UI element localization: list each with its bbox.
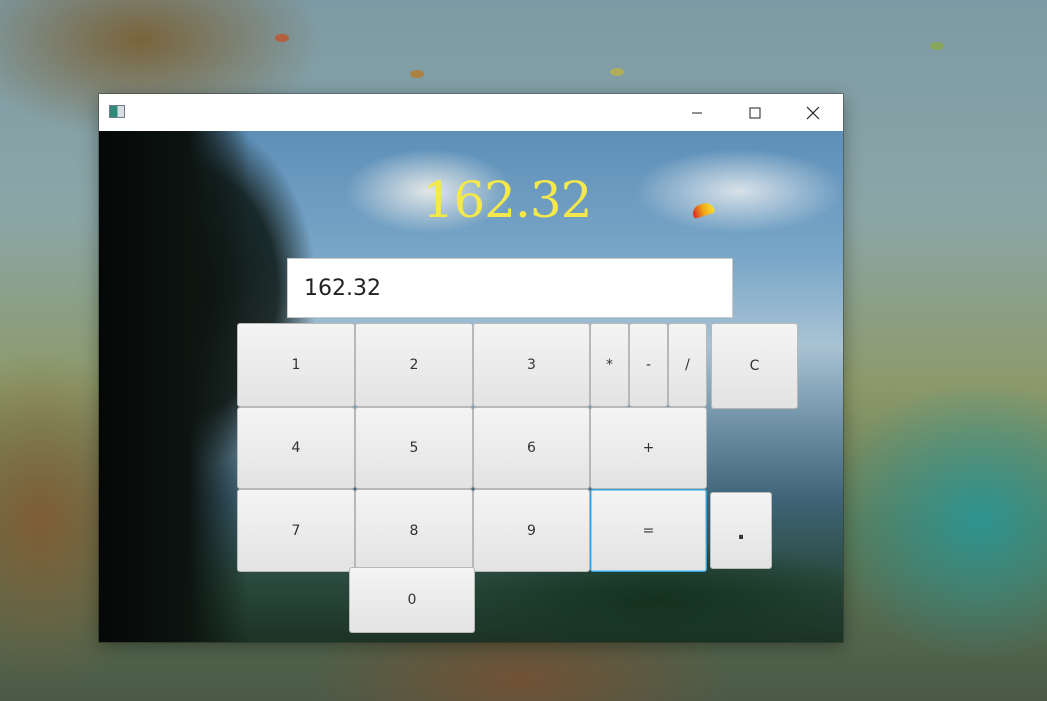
falling-leaf [930, 42, 944, 50]
calculator-body: 162.32 1 2 3 * - / C 4 5 6 + 7 8 9 = . 0 [99, 131, 843, 642]
key-clear[interactable]: C [711, 323, 798, 409]
key-9[interactable]: 9 [473, 489, 590, 572]
title-bar[interactable] [99, 94, 843, 131]
key-7[interactable]: 7 [237, 489, 355, 572]
key-0[interactable]: 0 [349, 567, 475, 633]
key-5[interactable]: 5 [355, 407, 473, 489]
minimize-button[interactable] [668, 94, 726, 131]
key-4[interactable]: 4 [237, 407, 355, 489]
close-icon [806, 106, 820, 119]
result-display: 162.32 [422, 171, 593, 229]
key-minus[interactable]: - [629, 323, 668, 407]
maximize-icon [749, 107, 761, 118]
minimize-icon [692, 112, 702, 113]
key-decimal[interactable]: . [710, 492, 772, 569]
key-8[interactable]: 8 [355, 489, 473, 572]
falling-leaf [610, 68, 624, 76]
key-divide[interactable]: / [668, 323, 707, 407]
key-3[interactable]: 3 [473, 323, 590, 407]
key-2[interactable]: 2 [355, 323, 473, 407]
maximize-button[interactable] [726, 94, 784, 131]
key-equals[interactable]: = [590, 489, 707, 572]
close-button[interactable] [784, 94, 842, 131]
expression-input[interactable] [287, 258, 733, 318]
key-6[interactable]: 6 [473, 407, 590, 489]
key-plus[interactable]: + [590, 407, 707, 489]
app-icon [109, 105, 125, 118]
falling-leaf [410, 70, 424, 78]
falling-leaf [275, 34, 289, 42]
key-multiply[interactable]: * [590, 323, 629, 407]
key-1[interactable]: 1 [237, 323, 355, 407]
calculator-window: 162.32 1 2 3 * - / C 4 5 6 + 7 8 9 = . 0 [99, 94, 843, 642]
